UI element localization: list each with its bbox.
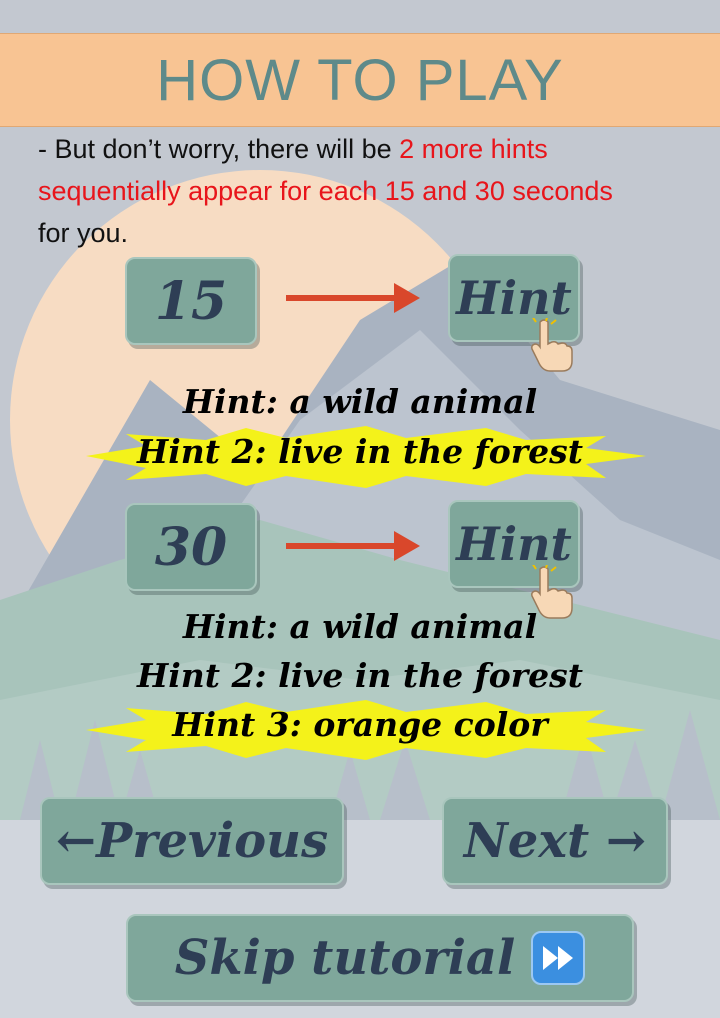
hint-button-1-label: Hint <box>456 271 572 325</box>
timer-30-box: 30 <box>125 503 257 591</box>
timer-15-label: 15 <box>154 270 228 332</box>
timer-30-label: 30 <box>154 516 228 578</box>
previous-button[interactable]: ←Previous <box>40 797 344 885</box>
next-button[interactable]: Next → <box>442 797 668 885</box>
right-arrow-icon <box>286 531 420 561</box>
intro-text-part3: for you. <box>38 218 129 248</box>
hint-line-1a: Hint: a wild animal <box>182 382 538 421</box>
previous-button-label: ←Previous <box>55 813 329 869</box>
intro-text: - But don’t worry, there will be 2 more … <box>38 128 638 254</box>
next-button-label: Next → <box>463 813 647 869</box>
timer-15-box: 15 <box>125 257 257 345</box>
hint-line-1b: Hint 2: live in the forest <box>137 432 583 471</box>
pointing-hand-icon <box>531 318 573 372</box>
hint-line-2a: Hint: a wild animal <box>182 607 538 646</box>
intro-text-part1: - But don’t worry, there will be <box>38 134 400 164</box>
title-banner: HOW TO PLAY <box>0 33 720 127</box>
skip-tutorial-label: Skip tutorial <box>174 930 516 986</box>
hint-line-2c: Hint 3: orange color <box>172 705 548 744</box>
hint-button-2-label: Hint <box>456 517 572 571</box>
hint-line-2b: Hint 2: live in the forest <box>137 656 583 695</box>
skip-tutorial-button[interactable]: Skip tutorial <box>126 914 634 1002</box>
page-title: HOW TO PLAY <box>156 47 564 113</box>
fast-forward-icon <box>531 931 586 985</box>
right-arrow-icon <box>286 283 420 313</box>
